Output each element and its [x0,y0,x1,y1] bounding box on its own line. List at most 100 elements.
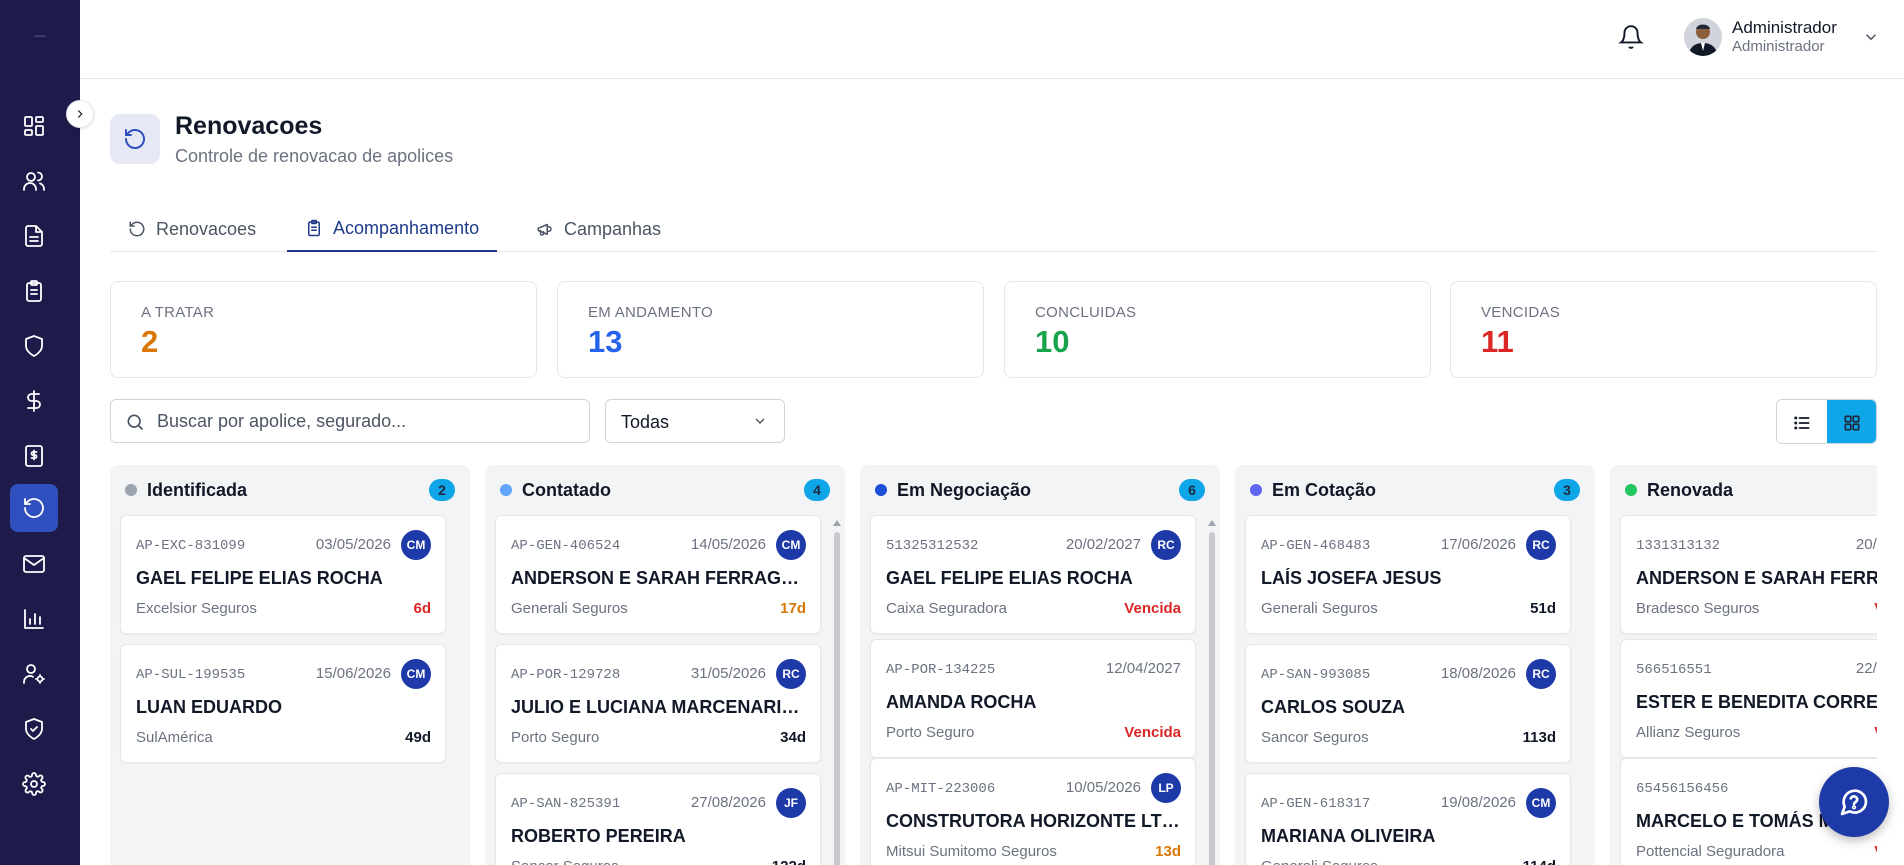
tabs: Renovacoes Acompanhamento Campanhas [110,206,1877,252]
sidebar-item-clipboard[interactable] [10,267,58,315]
due-date: 27/08/2026 [690,794,766,811]
days-remaining: Vencida [1124,724,1181,741]
due-date: 17/06/2026 [1440,536,1516,553]
insurer-name: Caixa Seguradora [886,600,1007,617]
due-date: 12/04/2027 [1105,660,1181,677]
renewal-card[interactable]: AP-GEN-618317 19/08/2026 CM MARIANA OLIVEIR… [1245,773,1571,865]
tab-campanhas[interactable]: Campanhas [518,206,679,252]
renewal-card[interactable]: AP-POR-134225 12/04/2027 AMANDA ROCHA Porto… [870,639,1196,758]
kanban-view-button[interactable] [1827,400,1876,443]
column-status-dot [125,484,137,496]
renewal-card[interactable]: AP-GEN-468483 17/06/2026 RC LAÍS JOSEFA JES… [1245,515,1571,634]
notifications-button[interactable] [1618,24,1646,52]
due-date: 18/08/2026 [1440,665,1516,682]
column-count-badge: 6 [1179,479,1205,501]
due-date: 22/04/2026 [1855,660,1877,677]
column-count-badge: 3 [1554,479,1580,501]
renewal-card[interactable]: AP-MIT-223006 10/05/2026 LP CONSTRUTORA HOR… [870,758,1196,865]
insured-name: JULIO E LUCIANA MARCENARIA LTDA [511,697,810,717]
renewal-card[interactable]: 51325312532 20/02/2027 RC GAEL FELIPE ELIAS… [870,515,1196,634]
policy-code: 566516551 [1636,662,1712,678]
sidebar-item-reports[interactable] [10,595,58,643]
column-status-dot [875,484,887,496]
sidebar-item-messages[interactable] [10,540,58,588]
status-select[interactable]: Todas [605,399,785,443]
insurer-name: Porto Seguro [886,724,975,741]
kanban-column: Em Cotação 3 AP-GEN-468483 17/06/2026 RC LAÍS… [1235,465,1595,865]
sidebar-item-dashboard[interactable] [10,102,58,150]
insured-name: GAEL FELIPE ELIAS ROCHA [886,568,1133,588]
sidebar-item-settings[interactable] [10,760,58,808]
column-title: Contatado [522,480,611,500]
renewal-card[interactable]: 1331313132 20/05/2026 ANDERSON E SARAH FER… [1620,515,1877,634]
avatar-photo [1684,18,1722,56]
renewal-card[interactable]: AP-POR-129728 31/05/2026 RC JULIO E LUCIANA… [495,644,821,763]
page-title: Renovacoes [175,112,323,140]
policy-code: AP-SAN-993085 [1261,667,1371,683]
due-date: 03/05/2026 [315,536,391,553]
dashboard-icon [24,116,44,136]
insured-name: ANDERSON E SARAH FERRAGENS ME [511,568,810,588]
policy-code: AP-MIT-223006 [886,781,996,797]
assignee-badge: JF [776,788,806,818]
insurer-name: Generali Seguros [1261,600,1378,617]
insured-name: MARIANA OLIVEIRA [1261,826,1436,846]
due-date: 10/05/2026 [1065,779,1141,796]
scrollbar-thumb[interactable] [834,532,840,865]
column-status-dot [500,484,512,496]
days-remaining: 49d [405,729,431,746]
sidebar-item-user-admin[interactable] [10,650,58,698]
renewal-card[interactable]: AP-SUL-199535 15/06/2026 CM LUAN EDUARDO Sul… [120,644,446,763]
avatar[interactable] [1684,18,1722,56]
sidebar-item-users[interactable] [10,157,58,205]
sidebar-toggle-button[interactable] [66,100,94,128]
tab-acompanhamento[interactable]: Acompanhamento [287,206,498,252]
scroll-up-arrow-icon[interactable] [833,520,841,526]
days-remaining: 17d [780,600,806,617]
insured-name: AMANDA ROCHA [886,692,1037,712]
list-view-button[interactable] [1777,400,1827,443]
insurer-name: Generali Seguros [511,600,628,617]
due-date: 31/05/2026 [690,665,766,682]
tab-label: Acompanhamento [333,217,480,238]
sidebar-item-finance[interactable] [10,377,58,425]
renewal-card[interactable]: AP-SAN-825391 27/08/2026 JF ROBERTO PEREIRA… [495,773,821,865]
column-header: Renovada [1625,479,1877,501]
column-header: Em Cotação 3 [1250,479,1580,501]
stat-card-a-tratar: A TRATAR 2 [110,281,537,378]
renewal-card[interactable]: AP-GEN-406524 14/05/2026 CM ANDERSON E SARA… [495,515,821,634]
user-name[interactable]: Administrador [1732,18,1837,38]
policy-code: AP-EXC-831099 [136,538,246,554]
days-remaining: Vencida [1874,724,1877,741]
days-remaining: 34d [780,729,806,746]
renewal-card[interactable]: AP-SAN-993085 18/08/2026 RC CARLOS SOUZA San… [1245,644,1571,763]
app-root: — Administrador Administrador Renovacoes… [0,0,1904,865]
policy-code: 65456156456 [1636,781,1729,797]
column-status-dot [1625,484,1637,496]
due-date: 20/02/2027 [1065,536,1141,553]
insurer-name: Pottencial Seguradora [1636,843,1785,860]
sidebar-item-renewals[interactable] [10,484,58,532]
help-chat-button[interactable] [1819,767,1889,837]
clipboard-icon [26,280,42,302]
sidebar-item-commissions[interactable] [10,432,58,480]
column-status-dot [1250,484,1262,496]
column-scrollbar[interactable] [1208,520,1216,865]
dollar-icon [27,390,41,412]
search-input[interactable] [157,400,577,442]
insured-name: ROBERTO PEREIRA [511,826,686,846]
column-title: Em Negociação [897,480,1032,500]
sidebar-item-security[interactable] [10,705,58,753]
renewal-card[interactable]: 566516551 22/04/2026 ESTER E BENEDITA CORR… [1620,639,1877,758]
insurer-name: Mitsui Sumitomo Seguros [886,843,1057,860]
renewal-card[interactable]: AP-EXC-831099 03/05/2026 CM GAEL FELIPE ELI… [120,515,446,634]
column-scrollbar[interactable] [833,520,841,865]
sidebar-item-documents[interactable] [10,212,58,260]
list-icon [1794,415,1810,430]
days-remaining: 113d [1522,729,1556,746]
sidebar-item-policies[interactable] [10,322,58,370]
user-menu-button[interactable] [1862,28,1880,46]
scroll-up-arrow-icon[interactable] [1208,520,1216,526]
tab-renovacoes[interactable]: Renovacoes [110,206,274,252]
scrollbar-thumb[interactable] [1209,532,1215,865]
